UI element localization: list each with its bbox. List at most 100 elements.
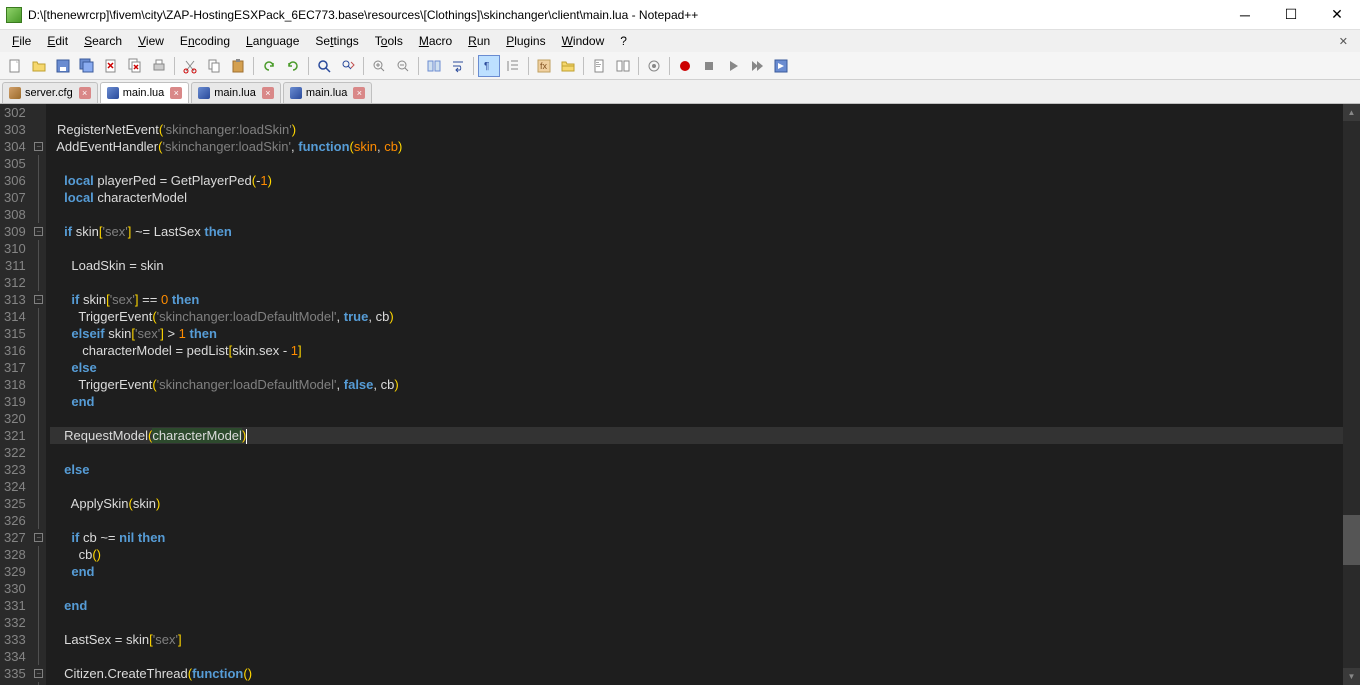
play-icon[interactable] <box>722 55 744 77</box>
minimize-button[interactable]: ─ <box>1222 0 1268 30</box>
tab-close-icon[interactable]: × <box>262 87 274 99</box>
menu-window[interactable]: Window <box>554 32 613 50</box>
save-all-icon[interactable] <box>76 55 98 77</box>
fold-toggle[interactable]: − <box>34 533 43 542</box>
find-icon[interactable] <box>313 55 335 77</box>
code-line[interactable] <box>50 240 1343 257</box>
sync-v-icon[interactable] <box>423 55 445 77</box>
code-line[interactable]: elseif skin['sex'] > 1 then <box>50 325 1343 342</box>
scroll-track[interactable] <box>1343 121 1360 668</box>
line-number-gutter[interactable]: 3023033043053063073083093103113123133143… <box>0 104 32 685</box>
menu-help[interactable]: ? <box>612 32 635 50</box>
code-line[interactable] <box>50 410 1343 427</box>
menu-macro[interactable]: Macro <box>411 32 460 50</box>
zoom-in-icon[interactable] <box>368 55 390 77</box>
tab-server-cfg[interactable]: server.cfg × <box>2 82 98 103</box>
doc-switch-icon[interactable] <box>612 55 634 77</box>
paste-icon[interactable] <box>227 55 249 77</box>
code-line[interactable] <box>50 206 1343 223</box>
code-line[interactable] <box>50 104 1343 121</box>
play-multi-icon[interactable] <box>746 55 768 77</box>
record-icon[interactable] <box>674 55 696 77</box>
save-icon[interactable] <box>52 55 74 77</box>
code-line[interactable]: local characterModel <box>50 189 1343 206</box>
show-chars-icon[interactable]: ¶ <box>478 55 500 77</box>
code-line[interactable] <box>50 444 1343 461</box>
doc-map-icon[interactable] <box>588 55 610 77</box>
fold-toggle[interactable]: − <box>34 142 43 151</box>
code-line[interactable]: end <box>50 597 1343 614</box>
menubar-close-icon[interactable]: ✕ <box>1333 33 1354 50</box>
stop-icon[interactable] <box>698 55 720 77</box>
code-area[interactable]: RegisterNetEvent('skinchanger:loadSkin')… <box>46 104 1343 685</box>
save-macro-icon[interactable] <box>770 55 792 77</box>
cut-icon[interactable] <box>179 55 201 77</box>
menu-view[interactable]: View <box>130 32 172 50</box>
code-line[interactable]: if cb ~= nil then <box>50 529 1343 546</box>
maximize-button[interactable]: ☐ <box>1268 0 1314 30</box>
close-button[interactable]: ✕ <box>1314 0 1360 30</box>
tab-close-icon[interactable]: × <box>79 87 91 99</box>
open-file-icon[interactable] <box>28 55 50 77</box>
scroll-up-button[interactable]: ▲ <box>1343 104 1360 121</box>
folder-tree-icon[interactable] <box>557 55 579 77</box>
scroll-thumb[interactable] <box>1343 515 1360 565</box>
code-line[interactable] <box>50 580 1343 597</box>
code-line[interactable]: RegisterNetEvent('skinchanger:loadSkin') <box>50 121 1343 138</box>
menu-plugins[interactable]: Plugins <box>498 32 553 50</box>
tab-close-icon[interactable]: × <box>170 87 182 99</box>
tab-close-icon[interactable]: × <box>353 87 365 99</box>
code-line[interactable]: if skin['sex'] == 0 then <box>50 291 1343 308</box>
code-line[interactable]: else <box>50 461 1343 478</box>
vertical-scrollbar[interactable]: ▲ ▼ <box>1343 104 1360 685</box>
code-line[interactable]: LastSex = skin['sex'] <box>50 631 1343 648</box>
zoom-out-icon[interactable] <box>392 55 414 77</box>
monitor-icon[interactable] <box>643 55 665 77</box>
copy-icon[interactable] <box>203 55 225 77</box>
tab-main-lua-2[interactable]: main.lua × <box>191 82 281 103</box>
code-line[interactable] <box>50 614 1343 631</box>
code-line[interactable] <box>50 478 1343 495</box>
code-line[interactable]: end <box>50 393 1343 410</box>
wrap-icon[interactable] <box>447 55 469 77</box>
code-line[interactable]: local playerPed = GetPlayerPed(-1) <box>50 172 1343 189</box>
close-file-icon[interactable] <box>100 55 122 77</box>
menu-edit[interactable]: Edit <box>39 32 76 50</box>
code-line[interactable] <box>50 512 1343 529</box>
menu-tools[interactable]: Tools <box>367 32 411 50</box>
code-line[interactable]: LoadSkin = skin <box>50 257 1343 274</box>
menu-search[interactable]: Search <box>76 32 130 50</box>
code-line[interactable] <box>50 155 1343 172</box>
menu-language[interactable]: Language <box>238 32 307 50</box>
fold-gutter[interactable]: − − − − − <box>32 104 46 685</box>
menu-settings[interactable]: Settings <box>307 32 366 50</box>
code-line[interactable]: TriggerEvent('skinchanger:loadDefaultMod… <box>50 308 1343 325</box>
close-all-icon[interactable] <box>124 55 146 77</box>
code-line[interactable]: ApplySkin(skin) <box>50 495 1343 512</box>
fold-toggle[interactable]: − <box>34 669 43 678</box>
replace-icon[interactable] <box>337 55 359 77</box>
menu-file[interactable]: File <box>4 32 39 50</box>
code-line[interactable]: TriggerEvent('skinchanger:loadDefaultMod… <box>50 376 1343 393</box>
code-line[interactable] <box>50 274 1343 291</box>
code-line[interactable]: else <box>50 359 1343 376</box>
menu-encoding[interactable]: Encoding <box>172 32 238 50</box>
fold-toggle[interactable]: − <box>34 227 43 236</box>
indent-guide-icon[interactable] <box>502 55 524 77</box>
code-line[interactable]: if skin['sex'] ~= LastSex then <box>50 223 1343 240</box>
code-line[interactable]: end <box>50 563 1343 580</box>
code-line[interactable] <box>50 648 1343 665</box>
code-line[interactable]: RequestModel(characterModel) <box>50 427 1343 444</box>
tab-main-lua-1[interactable]: main.lua × <box>100 82 190 103</box>
scroll-down-button[interactable]: ▼ <box>1343 668 1360 685</box>
code-line[interactable]: AddEventHandler('skinchanger:loadSkin', … <box>50 138 1343 155</box>
code-line[interactable]: characterModel = pedList[skin.sex - 1] <box>50 342 1343 359</box>
tab-main-lua-3[interactable]: main.lua × <box>283 82 373 103</box>
code-line[interactable]: cb() <box>50 546 1343 563</box>
undo-icon[interactable] <box>258 55 280 77</box>
redo-icon[interactable] <box>282 55 304 77</box>
menu-run[interactable]: Run <box>460 32 498 50</box>
code-line[interactable]: Citizen.CreateThread(function() <box>50 665 1343 682</box>
fold-toggle[interactable]: − <box>34 295 43 304</box>
func-list-icon[interactable]: fx <box>533 55 555 77</box>
